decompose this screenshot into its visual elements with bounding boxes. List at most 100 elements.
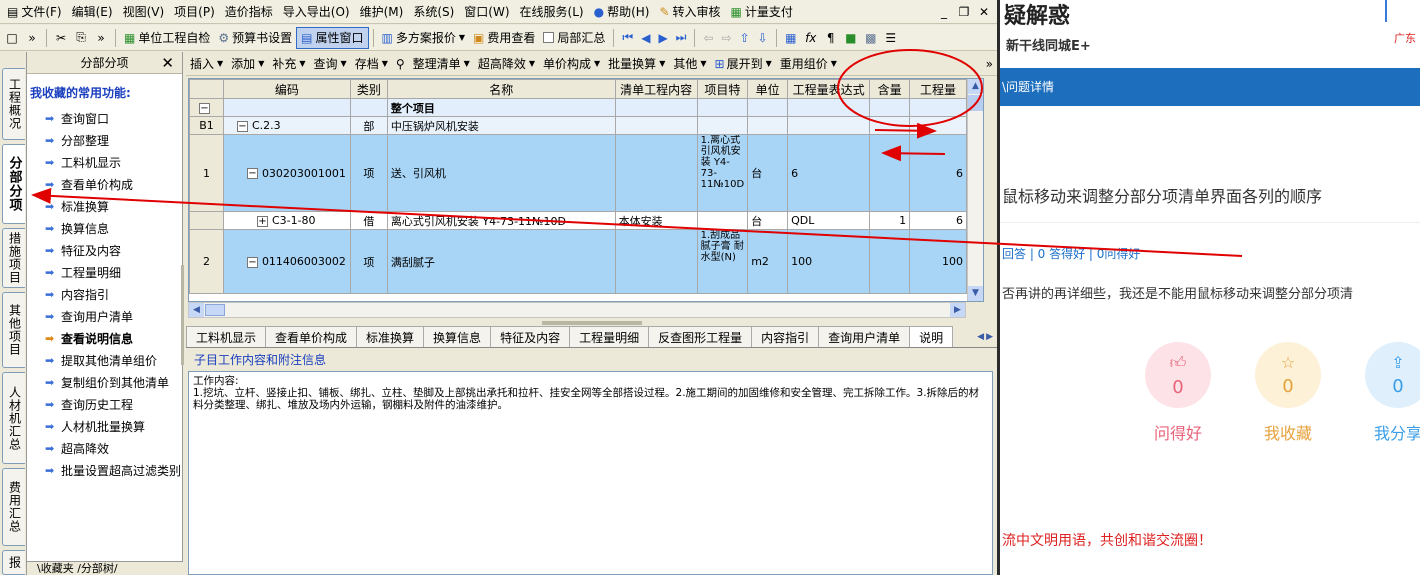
tab-other-items[interactable]: 其他项目	[2, 292, 25, 368]
arrow-left-icon[interactable]: ⇦	[703, 31, 713, 45]
collapse-icon[interactable]: −	[246, 168, 258, 179]
menu-window[interactable]: 窗口(W)	[459, 1, 514, 23]
toolbar-query[interactable]: 查询 ▼	[310, 55, 351, 72]
tab-standard-conversion[interactable]: 标准换算	[356, 326, 425, 347]
column-header-qty[interactable]: 工程量	[909, 79, 967, 99]
copy-icon[interactable]: ⎘	[72, 29, 90, 47]
close-icon[interactable]: ✕	[161, 54, 174, 72]
table-row[interactable]: + C3-1-80 借 离心式引风机安装 Y4-73-11№10D 本体安装 台 …	[189, 211, 983, 230]
tab-project-overview[interactable]: 工程概况	[2, 68, 25, 140]
table-row[interactable]: 2 −011406003002 项 满刮腻子 1.刮成品腻子膏 耐水型(N) m…	[189, 229, 983, 294]
scroll-thumb[interactable]	[968, 95, 983, 111]
scroll-thumb[interactable]	[205, 304, 225, 316]
toolbar-height-efficiency[interactable]: 超高降效 ▼	[474, 55, 539, 72]
favorite-item-division-organize[interactable]: ➡ 分部整理	[27, 129, 182, 151]
new-file-icon[interactable]: □	[3, 29, 21, 47]
column-header-type[interactable]: 类别	[349, 79, 388, 99]
first-icon[interactable]: ⏮	[622, 30, 633, 45]
pane-splitter[interactable]	[542, 321, 642, 325]
column-header-name[interactable]: 名称	[386, 79, 616, 99]
column-header-feature[interactable]: 项目特	[696, 79, 749, 99]
column-header-qty-ratio[interactable]: 含量	[869, 79, 911, 99]
more-icon[interactable]: »	[23, 29, 41, 47]
cut-icon[interactable]: ✂	[52, 29, 70, 47]
toolbar-supplement[interactable]: 补充 ▼	[268, 55, 309, 72]
work-content-box[interactable]: 工作内容: 1.挖坑、立杆、竖接止扣、铺板、绑扎、立柱、垫脚及上部挑出承托和拉杆…	[188, 371, 993, 575]
toolbar-unit-price[interactable]: 单价构成 ▼	[539, 55, 604, 72]
collapse-icon[interactable]: −	[246, 256, 258, 268]
collapse-icon[interactable]: −	[236, 120, 248, 132]
formula-icon[interactable]: fx	[802, 29, 820, 47]
favorite-item-query-window[interactable]: ➡ 查询窗口	[27, 107, 182, 129]
chevron-left-icon[interactable]: ◀	[977, 332, 984, 342]
scroll-up-icon[interactable]: ▲	[968, 79, 983, 94]
tab-reverse-lookup[interactable]: 反查图形工程量	[648, 326, 753, 347]
panel-splitter[interactable]	[181, 265, 184, 365]
tab-labor-material-summary[interactable]: 人材机汇总	[2, 372, 25, 464]
close-icon[interactable]: ✕	[977, 5, 991, 19]
favorite-item-quantity-detail[interactable]: ➡ 工程量明细	[27, 261, 182, 283]
property-window-button[interactable]: ▤ 属性窗口	[296, 26, 369, 49]
scroll-left-icon[interactable]: ◀	[189, 303, 204, 317]
fee-view-button[interactable]: ▣ 费用查看	[469, 27, 539, 49]
next-icon[interactable]: ▶	[658, 31, 667, 45]
column-header-code[interactable]: 编码	[222, 79, 351, 99]
restore-icon[interactable]: ❐	[957, 5, 971, 19]
menu-cost-index[interactable]: 造价指标	[220, 1, 278, 23]
menu-import-export[interactable]: 导入导出(O)	[278, 1, 355, 23]
more-icon[interactable]: »	[92, 29, 110, 47]
table-row[interactable]: 1 −030203001001 项 送、引风机 1.离心式引风机安装 Y4-73…	[189, 134, 983, 212]
toolbar-organize-list[interactable]: 整理清单 ▼	[409, 55, 474, 72]
tab-features[interactable]: 特征及内容	[490, 326, 571, 347]
local-summary-toggle[interactable]: 局部汇总	[539, 27, 609, 49]
menu-edit[interactable]: 编辑(E)	[67, 1, 118, 23]
multi-scheme-button[interactable]: ▥ 多方案报价 ▼	[378, 27, 470, 49]
favorite-item-batch-conversion[interactable]: ➡ 人材机批量换算	[27, 415, 182, 437]
tab-labor-material[interactable]: 工料机显示	[186, 326, 267, 347]
favorite-item-copy-pricing[interactable]: ➡ 复制组价到其他清单	[27, 371, 182, 393]
region-label[interactable]: 广东	[1394, 30, 1416, 46]
tab-division-items[interactable]: 分部分项	[2, 144, 25, 224]
favorite-item-batch-filter[interactable]: ➡ 批量设置超高过滤类别	[27, 459, 182, 481]
tab-quantity-detail[interactable]: 工程量明细	[569, 326, 650, 347]
column-header-expr[interactable]: 工程量表达式	[787, 79, 871, 99]
tab-content-guide[interactable]: 内容指引	[751, 326, 820, 347]
favorite-item-content-guide[interactable]: ➡ 内容指引	[27, 283, 182, 305]
menu-measure-pay[interactable]: ▦ 计量支付	[726, 1, 798, 23]
menu-project[interactable]: 项目(P)	[169, 1, 220, 23]
column-header-content[interactable]: 清单工程内容	[614, 79, 698, 99]
good-question-button[interactable]: 👍︎ 0 问得好	[1143, 342, 1213, 444]
tab-measure-items[interactable]: 措施项目	[2, 228, 25, 288]
collapse-icon[interactable]: −	[198, 102, 210, 114]
menu-system[interactable]: 系统(S)	[408, 1, 459, 23]
tab-notes[interactable]: 说明	[909, 326, 954, 347]
favorite-item-view-notes[interactable]: ➡ 查看说明信息	[27, 327, 182, 349]
toolbar-other[interactable]: 其他 ▼	[669, 55, 710, 72]
tab-report[interactable]: 报	[2, 550, 25, 575]
more-icon[interactable]: »	[986, 57, 997, 71]
toolbar-insert[interactable]: 插入 ▼	[186, 55, 227, 72]
report-icon[interactable]: ▩	[862, 29, 880, 47]
grid-horizontal-scrollbar[interactable]: ◀ ▶	[188, 302, 966, 318]
chevron-right-icon[interactable]: ▶	[986, 332, 993, 342]
binoculars-icon[interactable]: ⚲	[392, 57, 409, 71]
favorite-item-labor-material-display[interactable]: ➡ 工料机显示	[27, 151, 182, 173]
favorite-button[interactable]: ☆ 0 我收藏	[1253, 342, 1323, 444]
last-icon[interactable]: ⏭	[676, 30, 687, 45]
question-stats[interactable]: 回答 | 0 答得好 | 0问得好	[1002, 245, 1140, 262]
table-row[interactable]: B1 − C.2.3 部 中压锅炉风机安装	[189, 116, 983, 135]
favorite-item-height-efficiency[interactable]: ➡ 超高降效	[27, 437, 182, 459]
favorite-item-features[interactable]: ➡ 特征及内容	[27, 239, 182, 261]
tab-user-list[interactable]: 查询用户清单	[818, 326, 911, 347]
toolbar-add[interactable]: 添加 ▼	[227, 55, 268, 72]
favorite-item-history-project[interactable]: ➡ 查询历史工程	[27, 393, 182, 415]
prev-icon[interactable]: ◀	[641, 31, 650, 45]
self-check-button[interactable]: ▦ 单位工程自检	[120, 27, 214, 49]
tab-conversion-info[interactable]: 换算信息	[423, 326, 492, 347]
favorite-item-user-list[interactable]: ➡ 查询用户清单	[27, 305, 182, 327]
grid-vertical-scrollbar[interactable]: ▲ ▼	[967, 79, 983, 301]
calculator-icon[interactable]: ▦	[782, 29, 800, 47]
paragraph-icon[interactable]: ¶	[822, 29, 840, 47]
tab-unit-price[interactable]: 查看单价构成	[265, 326, 358, 347]
menu-help[interactable]: ● 帮助(H)	[589, 1, 655, 23]
